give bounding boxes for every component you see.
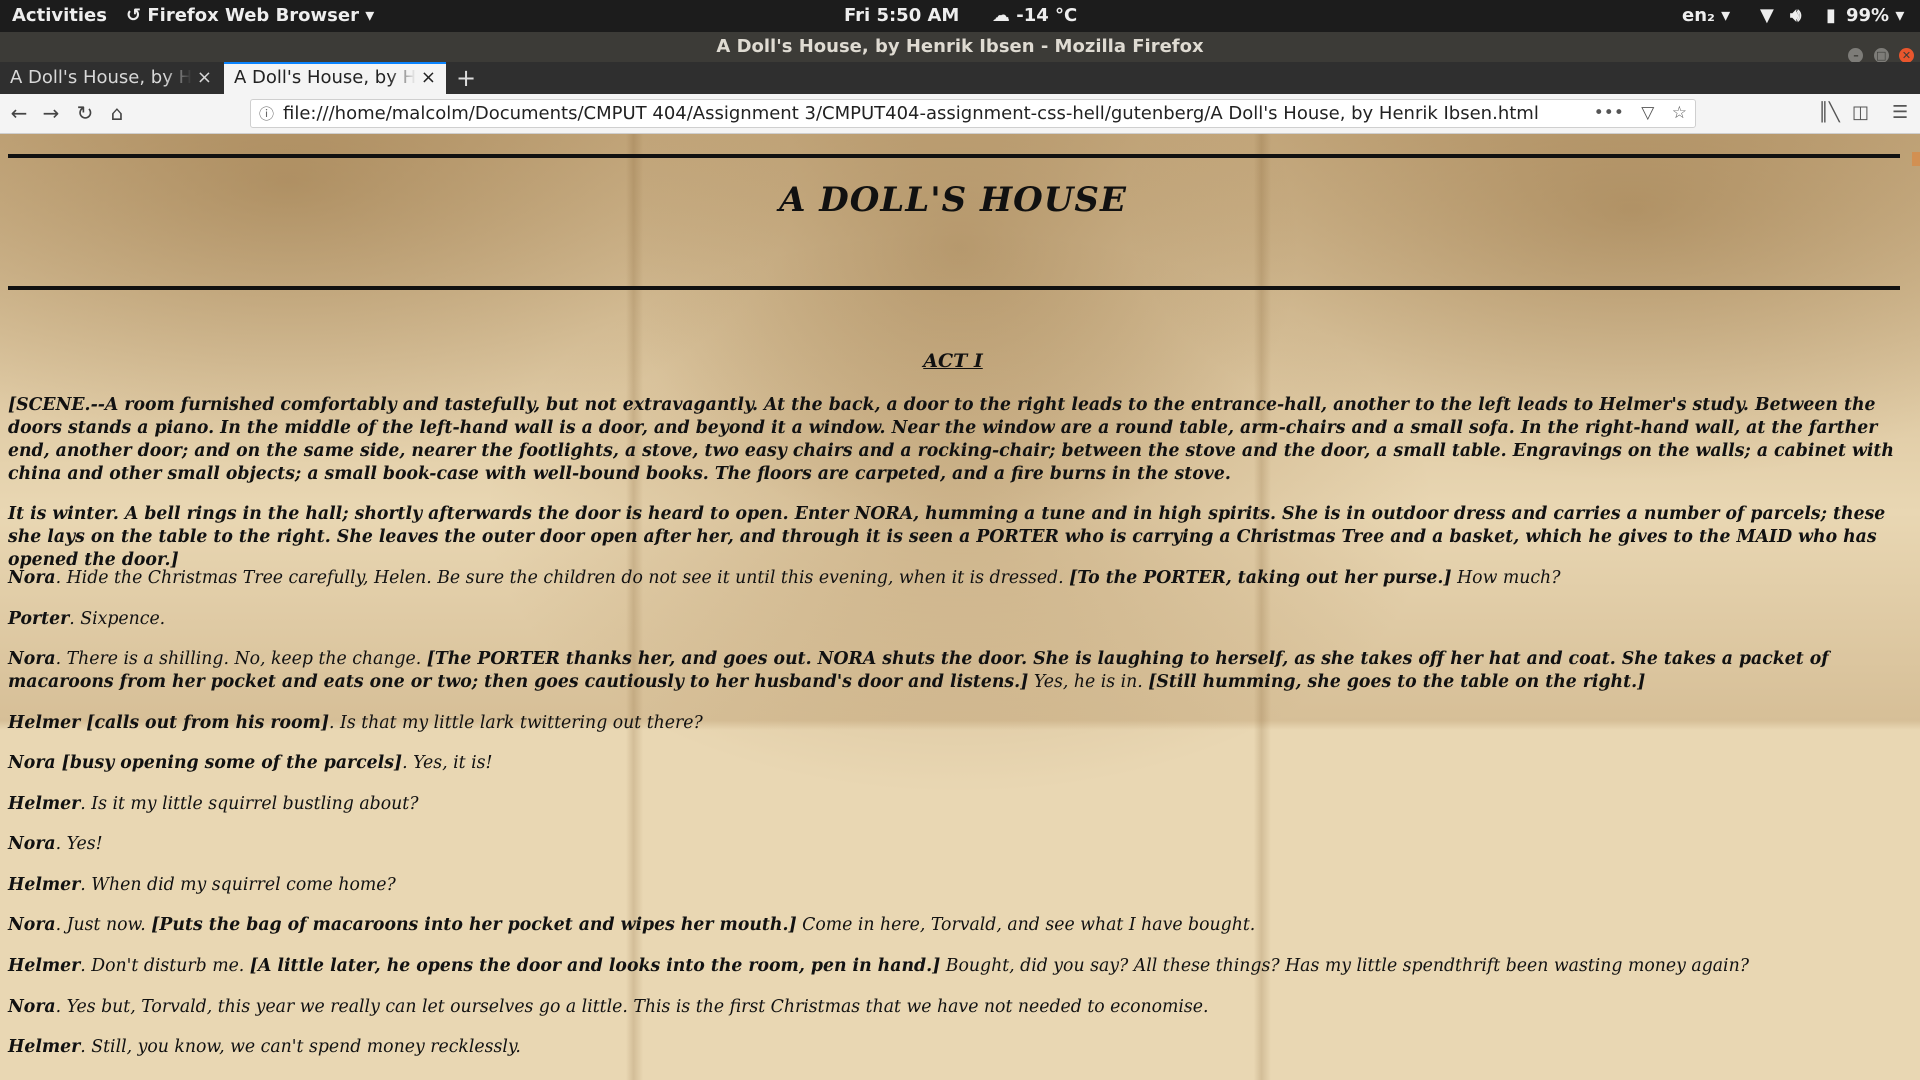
- tab-close-icon[interactable]: ×: [197, 62, 212, 94]
- speech: . Is that my little lark twittering out …: [329, 713, 703, 733]
- bookmark-star-icon[interactable]: ☆: [1672, 103, 1687, 123]
- speaker: Helmer: [8, 875, 81, 895]
- speech: . Is it my little squirrel bustling abou…: [80, 794, 419, 814]
- dialogue-line: Helmer. Don't disturb me. [A little late…: [8, 955, 1900, 978]
- speech: . Sixpence.: [69, 609, 166, 629]
- speech: Bought, did you say? All these things? H…: [940, 956, 1749, 976]
- app-menu-label: Firefox Web Browser ▾: [147, 5, 375, 26]
- weather-indicator[interactable]: ☁ -14 °C: [992, 0, 1077, 32]
- dialogue-line: Helmer. Still, you know, we can't spend …: [8, 1036, 1900, 1059]
- speaker: Nora: [8, 568, 56, 588]
- sidebar-icon[interactable]: ◫: [1852, 100, 1869, 126]
- tab-strip: A Doll's House, by Henrik Ibsen × A Doll…: [0, 62, 1920, 94]
- window-title: A Doll's House, by Henrik Ibsen - Mozill…: [716, 36, 1204, 57]
- speech: . Yes!: [55, 834, 103, 854]
- volume-icon[interactable]: 🔊︎: [1790, 0, 1801, 32]
- title-rule: [8, 286, 1900, 290]
- speaker: Helmer: [8, 1037, 81, 1057]
- dialogue-line: Porter. Sixpence.: [8, 608, 1900, 631]
- dialogue-line: Nora. Yes but, Torvald, this year we rea…: [8, 996, 1900, 1019]
- speech: . Yes, it is!: [402, 753, 493, 773]
- direction: [Still humming, she goes to the table on…: [1148, 672, 1646, 692]
- speech: Yes, he is in.: [1028, 672, 1149, 692]
- keyboard-layout-indicator[interactable]: en₂ ▾: [1682, 0, 1730, 32]
- library-icon[interactable]: ║╲: [1818, 100, 1840, 126]
- firefox-icon: ↺: [126, 5, 142, 26]
- stage-direction: It is winter. A bell rings in the hall; …: [8, 504, 1886, 570]
- tab-close-icon[interactable]: ×: [421, 64, 436, 92]
- dialogue-line: Helmer. When did my squirrel come home?: [8, 874, 1900, 897]
- speech: . When did my squirrel come home?: [80, 875, 396, 895]
- wifi-icon[interactable]: ▼: [1760, 0, 1774, 32]
- battery-icon[interactable]: ▮: [1826, 0, 1836, 32]
- speaker: Nora [busy opening some of the parcels]: [8, 753, 403, 773]
- dialogue-line: Nora [busy opening some of the parcels].…: [8, 752, 1900, 775]
- speaker: Porter: [8, 609, 70, 629]
- forward-icon[interactable]: →: [38, 100, 64, 126]
- direction: [A little later, he opens the door and l…: [249, 956, 941, 976]
- speaker: Nora: [8, 997, 56, 1017]
- navigation-toolbar: ← → ↻ ⌂ ⓘ file:///home/malcolm/Documents…: [0, 94, 1920, 134]
- dialogue-line: Helmer. Is it my little squirrel bustlin…: [8, 793, 1900, 816]
- url-actions: ••• ▽ ☆: [1582, 100, 1687, 127]
- window-title-bar: A Doll's House, by Henrik Ibsen - Mozill…: [0, 32, 1920, 63]
- tab-label: A Doll's House, by Henrik Ibsen: [234, 67, 416, 88]
- new-tab-button[interactable]: +: [456, 62, 476, 94]
- tab-2-active[interactable]: A Doll's House, by Henrik Ibsen ×: [224, 62, 446, 94]
- direction: [To the PORTER, taking out her purse.]: [1069, 568, 1452, 588]
- activities-button[interactable]: Activities: [12, 0, 107, 32]
- direction: [Puts the bag of macaroons into her pock…: [151, 915, 797, 935]
- tab-1[interactable]: A Doll's House, by Henrik Ibsen ×: [0, 62, 222, 94]
- top-rule: [8, 154, 1900, 158]
- minimize-icon[interactable]: –: [1848, 48, 1864, 63]
- speech: . There is a shilling. No, keep the chan…: [55, 649, 427, 669]
- speech: How much?: [1451, 568, 1561, 588]
- speech: . Don't disturb me.: [80, 956, 250, 976]
- app-menu-button[interactable]: ↺ Firefox Web Browser ▾: [126, 0, 374, 32]
- speaker: Nora: [8, 834, 56, 854]
- page-actions-icon[interactable]: •••: [1594, 103, 1624, 123]
- act-heading: ACT I: [923, 350, 983, 372]
- page-content: A DOLL'S HOUSE ACT I [SCENE.--A room fur…: [0, 134, 1920, 1080]
- back-icon[interactable]: ←: [6, 100, 32, 126]
- system-top-bar: Activities ↺ Firefox Web Browser ▾ Fri 5…: [0, 0, 1920, 32]
- menu-icon[interactable]: ☰: [1892, 100, 1908, 126]
- battery-indicator[interactable]: 99% ▾: [1846, 0, 1904, 32]
- speaker: Helmer [calls out from his room]: [8, 713, 330, 733]
- speech: . Still, you know, we can't spend money …: [80, 1037, 521, 1057]
- pocket-icon[interactable]: ▽: [1641, 103, 1654, 123]
- speaker: Nora: [8, 649, 56, 669]
- home-icon[interactable]: ⌂: [104, 100, 130, 126]
- page-title: A DOLL'S HOUSE: [779, 180, 1127, 220]
- reload-icon[interactable]: ↻: [72, 100, 98, 126]
- close-window-icon[interactable]: ✕: [1899, 48, 1914, 63]
- tab-label: A Doll's House, by Henrik Ibsen: [10, 67, 192, 88]
- dialogue-line: Nora. Just now. [Puts the bag of macaroo…: [8, 914, 1900, 937]
- dialogue-line: Nora. Hide the Christmas Tree carefully,…: [8, 567, 1900, 590]
- maximize-icon[interactable]: □: [1873, 48, 1889, 63]
- speech: . Just now.: [55, 915, 152, 935]
- speaker: Helmer: [8, 794, 81, 814]
- scrollbar[interactable]: [1912, 152, 1920, 166]
- clock[interactable]: Fri 5:50 AM: [844, 0, 959, 32]
- dialogue-line: Helmer [calls out from his room]. Is tha…: [8, 712, 1900, 735]
- speaker: Helmer: [8, 956, 81, 976]
- speech: . Yes but, Torvald, this year we really …: [55, 997, 1209, 1017]
- dialogue-line: Nora. Yes!: [8, 833, 1900, 856]
- info-icon[interactable]: ⓘ: [259, 103, 274, 124]
- address-bar[interactable]: ⓘ file:///home/malcolm/Documents/CMPUT 4…: [250, 99, 1696, 128]
- speech: Come in here, Torvald, and see what I ha…: [796, 915, 1256, 935]
- dialogue-line: Nora. There is a shilling. No, keep the …: [8, 648, 1900, 694]
- url-text[interactable]: file:///home/malcolm/Documents/CMPUT 404…: [283, 100, 1539, 127]
- stage-direction: [SCENE.--A room furnished comfortably an…: [8, 395, 1894, 484]
- speaker: Nora: [8, 915, 56, 935]
- speech: . Hide the Christmas Tree carefully, Hel…: [55, 568, 1070, 588]
